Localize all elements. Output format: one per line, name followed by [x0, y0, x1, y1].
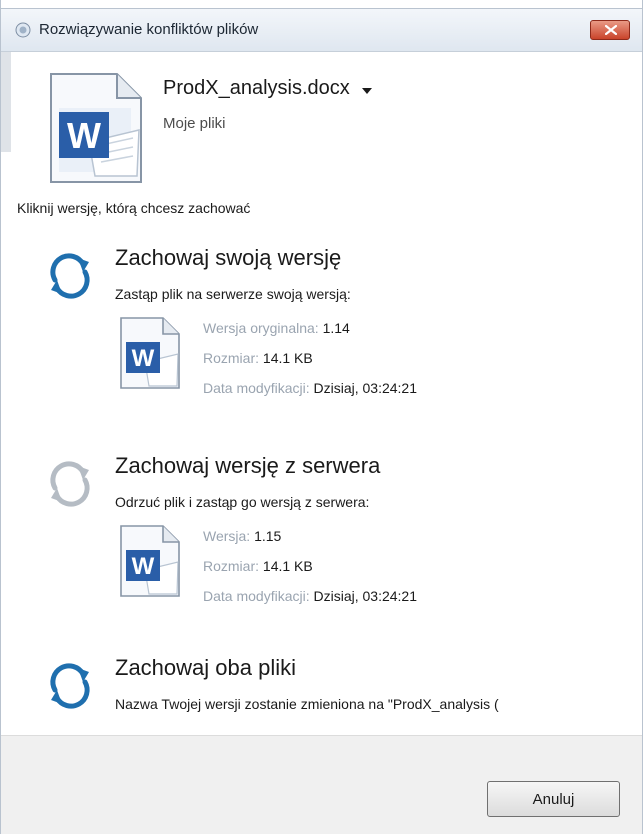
cancel-button[interactable]: Anuluj — [487, 781, 620, 817]
meta-modified: Data modyfikacji: Dzisiaj, 03:24:21 — [203, 588, 417, 604]
chevron-down-icon[interactable] — [361, 77, 372, 100]
keep-server-version-option[interactable]: Zachowaj wersję z serwera Odrzuć plik i … — [45, 448, 635, 618]
word-document-icon: W — [119, 524, 181, 603]
svg-text:W: W — [132, 553, 155, 580]
sync-icon — [45, 458, 95, 513]
keep-my-version-option[interactable]: Zachowaj swoją wersję Zastąp plik na ser… — [45, 240, 635, 410]
meta-size: Rozmiar: 14.1 KB — [203, 558, 313, 574]
title-bar[interactable]: Rozwiązywanie konfliktów plików — [1, 8, 642, 52]
svg-text:W: W — [132, 345, 155, 372]
file-name-header[interactable]: ProdX_analysis.docx — [163, 77, 372, 100]
instruction-text: Kliknij wersję, którą chcesz zachować — [17, 200, 251, 216]
option-description: Odrzuć plik i zastąp go wersją z serwera… — [115, 494, 370, 510]
window-edge — [1, 52, 11, 152]
close-icon — [605, 25, 617, 35]
meta-version: Wersja oryginalna: 1.14 — [203, 320, 350, 336]
sync-icon — [45, 250, 95, 305]
svg-text:W: W — [67, 115, 101, 156]
word-document-icon: W — [119, 316, 181, 395]
file-location: Moje pliki — [163, 115, 226, 132]
file-name: ProdX_analysis.docx — [163, 77, 350, 99]
option-title: Zachowaj wersję z serwera — [115, 453, 381, 478]
option-description: Nazwa Twojej wersji zostanie zmieniona n… — [115, 696, 499, 712]
window-title: Rozwiązywanie konfliktów plików — [39, 21, 259, 38]
option-description: Zastąp plik na serwerze swoją wersją: — [115, 286, 351, 302]
keep-both-files-option[interactable]: Zachowaj oba pliki Nazwa Twojej wersji z… — [45, 650, 635, 720]
app-icon — [15, 22, 31, 38]
option-title: Zachowaj oba pliki — [115, 655, 296, 680]
meta-size: Rozmiar: 14.1 KB — [203, 350, 313, 366]
sync-icon — [45, 660, 95, 715]
option-title: Zachowaj swoją wersję — [115, 245, 342, 270]
word-document-icon: W — [49, 72, 143, 189]
file-conflict-dialog: Rozwiązywanie konfliktów plików W ProdX_… — [0, 0, 643, 834]
meta-version: Wersja: 1.15 — [203, 528, 282, 544]
close-button[interactable] — [590, 20, 630, 40]
dialog-footer: Anuluj — [1, 735, 642, 834]
meta-modified: Data modyfikacji: Dzisiaj, 03:24:21 — [203, 380, 417, 396]
